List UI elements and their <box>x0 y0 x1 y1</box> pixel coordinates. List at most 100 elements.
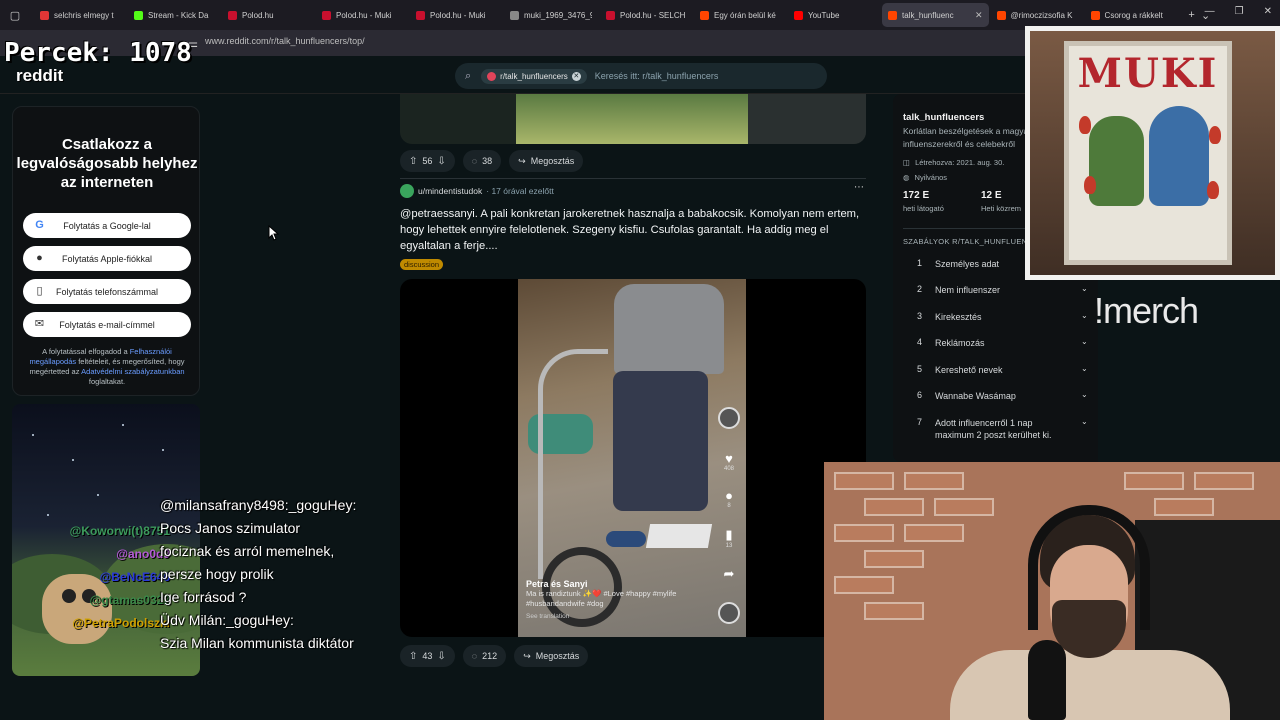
see-translation-link[interactable]: See translation <box>526 613 686 620</box>
subreddit-chip-label: r/talk_hunfluencers <box>500 71 568 81</box>
rule-label: Kirekesztés <box>935 312 982 322</box>
share-button[interactable]: ↪ Megosztás <box>514 645 589 667</box>
restore-icon[interactable]: ❐ <box>1235 6 1244 17</box>
close-icon[interactable]: ✕ <box>1264 6 1272 17</box>
music-disc-icon[interactable] <box>718 602 740 624</box>
phone-login-button[interactable]: ▯ Folytatás telefonszámmal <box>23 279 191 304</box>
login-card: Csatlakozz a legvalóságosabb helyhez az … <box>12 106 200 396</box>
browser-tab[interactable]: YouTube <box>788 3 880 27</box>
rule-number: 5 <box>917 364 923 374</box>
visibility-row: ◍ Nyilvános <box>903 173 947 182</box>
browser-tab[interactable]: Polod.hu - Muki <box>410 3 502 27</box>
new-tab-icon[interactable]: + <box>1185 8 1199 22</box>
share-arrow-icon[interactable]: ➦ <box>716 566 742 582</box>
microphone <box>1028 640 1066 720</box>
browser-tab[interactable]: Csorog a rákkelt <box>1085 3 1177 27</box>
email-login-button[interactable]: ✉ Folytatás e-mail-címmel <box>23 312 191 337</box>
tab-favicon-icon <box>228 10 237 20</box>
tab-close-icon[interactable]: ✕ <box>975 10 983 21</box>
chevron-down-icon[interactable]: ⌄ <box>1081 311 1088 320</box>
privacy-policy-link[interactable]: Adatvédelmi szabályzatunkban <box>81 367 184 376</box>
tab-favicon-icon <box>888 10 897 20</box>
rule-label: Adott influencerről 1 nap maximum 2 posz… <box>935 418 1052 440</box>
rule-number: 6 <box>917 390 923 400</box>
tab-favicon-icon <box>700 10 709 20</box>
google-login-button[interactable]: G Folytatás a Google-lal <box>23 213 191 238</box>
browser-tab[interactable]: @rimoczizsofia K <box>991 3 1083 27</box>
comment-bubble-icon[interactable]: ● 8 <box>716 488 742 509</box>
tab-favicon-icon <box>996 10 1006 20</box>
vote-control: ⇧ 43 ⇩ <box>400 645 455 667</box>
comments-button[interactable]: ◌ 38 <box>462 150 502 172</box>
previous-post-image[interactable] <box>400 94 866 144</box>
tab-label: muki_1969_3476_950 <box>524 10 592 20</box>
more-options-icon[interactable]: ⋯ <box>854 182 864 193</box>
weekly-visitors-value: 172 E <box>903 190 930 201</box>
minimize-icon[interactable]: — <box>1205 6 1215 17</box>
like-icon[interactable]: ♥ 408 <box>716 451 742 472</box>
share-icon: ↪ <box>518 155 526 166</box>
video-creator-name[interactable]: Petra és Sanyi <box>526 579 686 589</box>
rule-label: Reklámozás <box>935 338 985 348</box>
merch-poster: MUKI <box>1025 26 1280 280</box>
tab-label: Polod.hu - Muki <box>336 10 392 20</box>
tab-label: Egy órán belül ké <box>714 10 776 20</box>
subreddit-chip[interactable]: r/talk_hunfluencers ✕ <box>481 68 587 84</box>
community-name[interactable]: talk_hunfluencers <box>903 112 984 123</box>
cake-icon: ◫ <box>903 158 911 167</box>
post-author[interactable]: u/mindentistudok <box>418 186 482 196</box>
comment-count: 212 <box>482 651 498 661</box>
post-title[interactable]: @petraessanyi. A pali konkretan jarokere… <box>400 206 870 254</box>
downvote-icon[interactable]: ⇩ <box>437 651 445 662</box>
bookmark-icon[interactable]: ▮ 13 <box>716 527 742 549</box>
upvote-icon[interactable]: ⇧ <box>409 651 417 662</box>
upvote-icon[interactable]: ⇧ <box>409 156 417 167</box>
chat-message: fociznak és arról memelnek, <box>160 543 335 559</box>
browser-tab[interactable]: muki_1969_3476_950 <box>504 3 598 27</box>
vote-control: ⇧ 56 ⇩ <box>400 150 455 172</box>
share-icon: ↪ <box>523 650 531 661</box>
browser-tab[interactable]: selchris elmegy t <box>34 3 126 27</box>
comments-button[interactable]: ◌ 212 <box>462 645 507 667</box>
terms-text-1: A folytatással elfogadod a <box>42 347 130 356</box>
chevron-down-icon[interactable]: ⌄ <box>1081 364 1088 373</box>
browser-tab[interactable]: talk_hunfluenc ✕ <box>882 3 989 27</box>
browser-tab[interactable]: Polod.hu - Muki <box>316 3 408 27</box>
browser-tab[interactable]: Polod.hu - SELCH <box>600 3 692 27</box>
tab-list-icon[interactable]: ▢ <box>8 8 22 22</box>
mouse-cursor-icon <box>268 225 280 241</box>
chevron-down-icon[interactable]: ⌄ <box>1081 417 1088 426</box>
post-flair[interactable]: discussion <box>400 259 444 270</box>
screen: ▢ selchris elmegy t Stream - Kick Da Polod… <box>0 0 1280 720</box>
author-avatar[interactable] <box>400 184 414 198</box>
search-placeholder: Keresés itt: r/talk_hunfluencers <box>594 71 719 81</box>
share-button[interactable]: ↪ Megosztás <box>509 150 584 172</box>
chevron-down-icon[interactable]: ⌄ <box>1081 284 1088 293</box>
share-label: Megosztás <box>530 156 575 166</box>
apple-login-button[interactable]: ● Folytatás Apple-fiókkal <box>23 246 191 271</box>
chevron-down-icon[interactable]: ⌄ <box>1081 390 1088 399</box>
chat-message: Ige forrásod ? <box>160 589 247 605</box>
chevron-down-icon[interactable]: ⌄ <box>1081 337 1088 346</box>
feed: ⇧ 56 ⇩ ◌ 38 ↪ Megosztás u/mindentistudok… <box>390 94 875 694</box>
browser-tab[interactable]: Polod.hu <box>222 3 314 27</box>
browser-tab[interactable]: Egy órán belül ké <box>694 3 786 27</box>
chat-message: Pocs Janos szimulator <box>160 520 301 536</box>
google-login-label: Folytatás a Google-lal <box>63 220 151 231</box>
streamer-body <box>950 650 1230 720</box>
post-video[interactable]: ♥ 408 ● 8 ▮ 13 ➦ Petra és Sanyi Ma is randi… <box>400 279 866 637</box>
rule-number: 1 <box>917 258 923 268</box>
downvote-icon[interactable]: ⇩ <box>437 156 445 167</box>
created-date: Létrehozva: 2021. aug. 30. <box>915 158 1005 167</box>
chat-message: Szia Milan kommunista diktátor <box>160 635 354 651</box>
mail-icon: ✉ <box>34 318 45 330</box>
url-field[interactable]: www.reddit.com/r/talk_hunfluencers/top/ <box>205 36 365 46</box>
chat-usernames: @Koworwi(t)8751 @ano0d9 @BeNcE646 @gtamas03… <box>40 520 170 635</box>
chip-remove-icon[interactable]: ✕ <box>571 71 581 81</box>
browser-tab[interactable]: Stream - Kick Da <box>128 3 220 27</box>
minutes-counter: Percek: 1078 <box>4 38 192 68</box>
creator-avatar[interactable] <box>718 407 740 429</box>
search-input[interactable]: ⌕ r/talk_hunfluencers ✕ Keresés itt: r/t… <box>455 63 827 89</box>
tab-label: talk_hunfluenc <box>902 10 954 20</box>
terms-text-3: foglaltakat. <box>88 377 126 386</box>
